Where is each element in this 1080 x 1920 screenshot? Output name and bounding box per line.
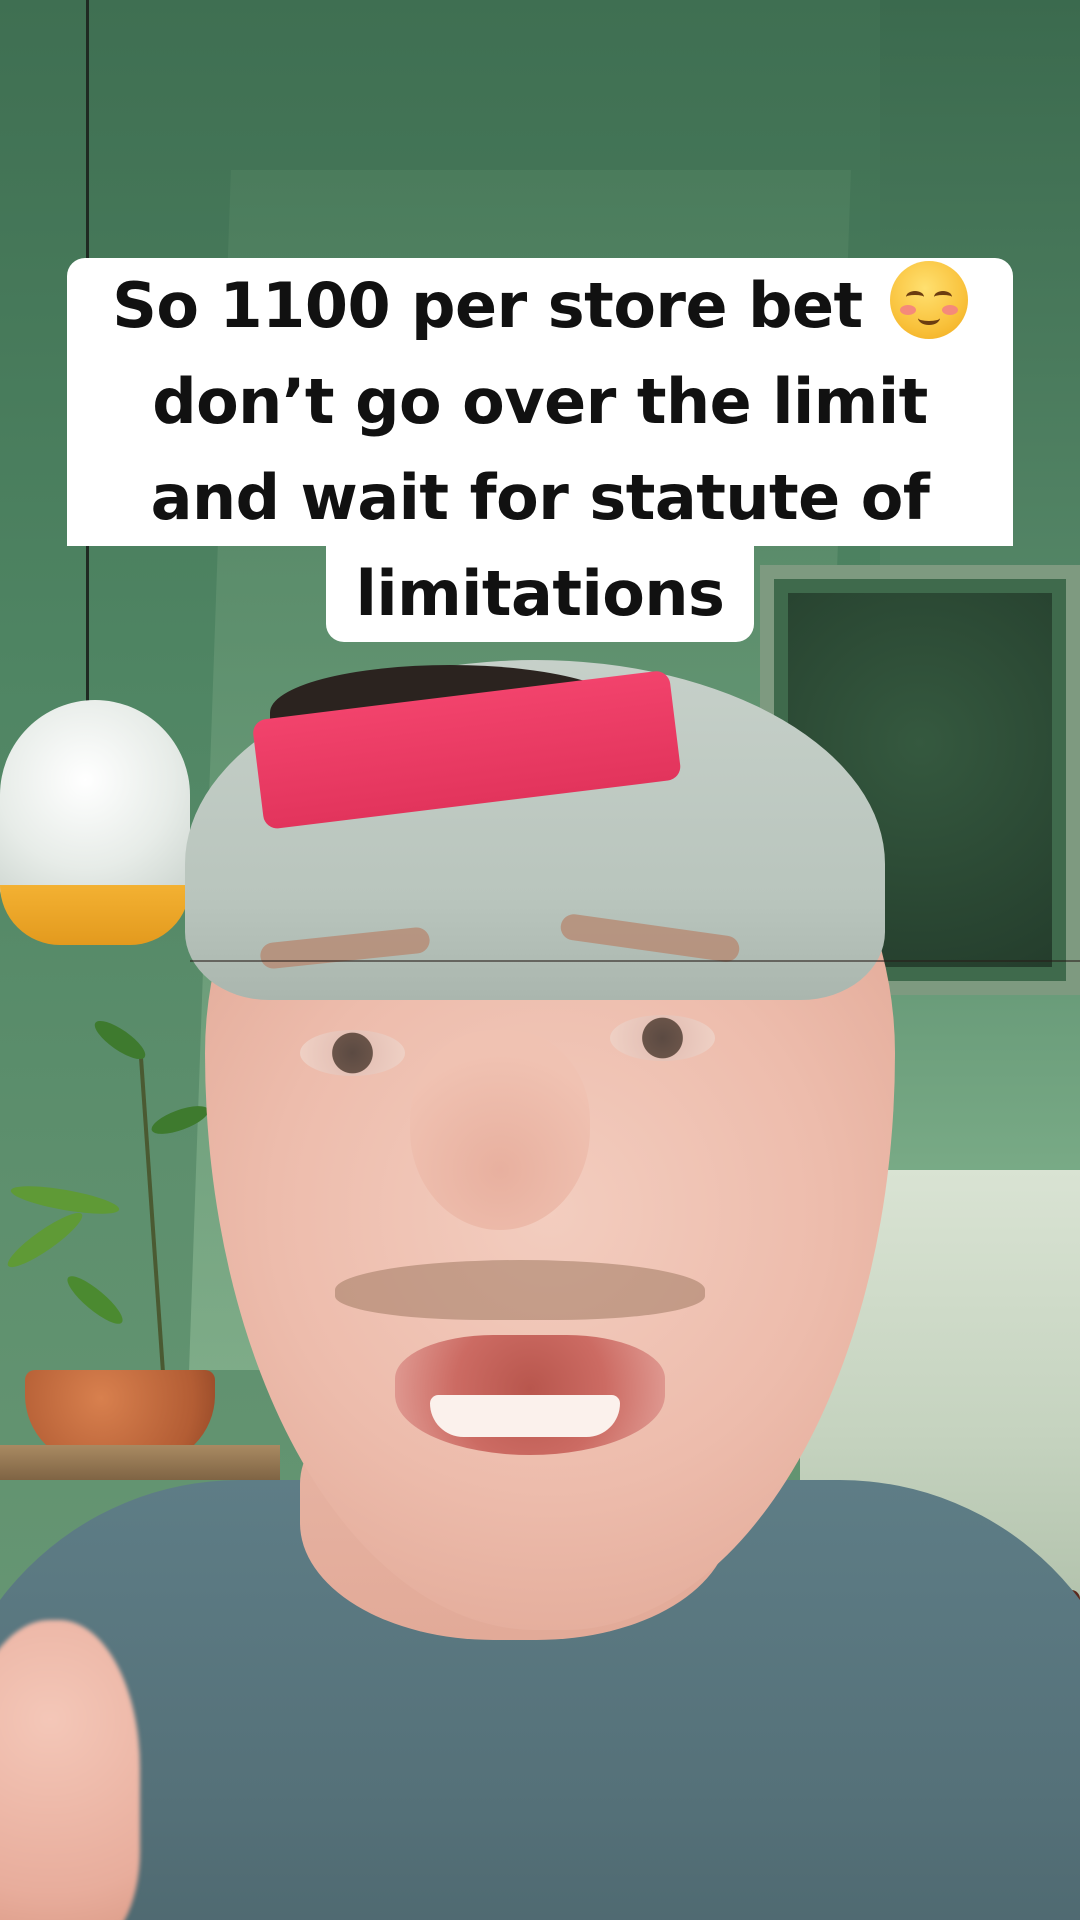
plant-leaf <box>9 1180 121 1220</box>
smiling-face-icon <box>889 261 968 339</box>
emoji-cheek <box>899 305 916 315</box>
caption-line-2: don’t go over the limit <box>152 365 928 438</box>
person-nose <box>410 1030 590 1230</box>
plant-stem <box>138 1050 166 1380</box>
right-eye <box>610 1015 715 1061</box>
lamp-light <box>0 885 190 945</box>
caption-box: So 1100 per store bet don’t go over the … <box>67 258 1013 546</box>
left-eye <box>300 1030 405 1076</box>
caption-line-1-text: So 1100 per store bet <box>112 269 863 342</box>
caption-overlay: So 1100 per store bet don’t go over the … <box>0 258 1080 642</box>
plant-leaf <box>2 1205 88 1275</box>
caption-line-1: So 1100 per store bet <box>112 258 968 354</box>
video-artifact-line <box>190 960 1080 962</box>
person-mustache <box>335 1260 705 1320</box>
caption-box-bottom: limitations <box>325 546 755 642</box>
video-frame: So 1100 per store bet don’t go over the … <box>0 0 1080 1920</box>
side-table <box>0 1445 280 1480</box>
plant-leaf <box>61 1269 129 1331</box>
emoji-smile <box>917 311 940 325</box>
person-teeth <box>430 1395 620 1437</box>
pendant-lamp <box>0 700 190 900</box>
emoji-cheek <box>941 305 958 315</box>
caption-line-3: and wait for statute of <box>150 461 930 534</box>
plant-leaf <box>89 1014 151 1066</box>
caption-line-4: limitations <box>355 557 725 630</box>
